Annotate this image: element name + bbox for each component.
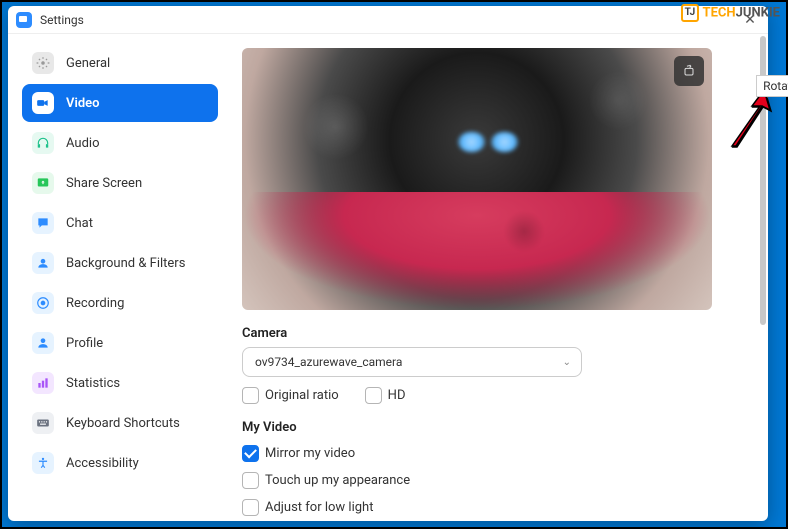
sidebar-item-label: Audio	[66, 136, 99, 151]
rotate-button[interactable]	[674, 56, 704, 86]
sidebar-item-recording[interactable]: Recording	[22, 284, 218, 322]
mirror-label: Mirror my video	[265, 446, 355, 461]
gear-icon	[32, 52, 54, 74]
watermark-badge: TJ	[681, 4, 699, 22]
sidebar-item-label: Statistics	[66, 376, 120, 391]
hd-option[interactable]: HD	[365, 387, 406, 404]
watermark-tech: TECH	[703, 5, 736, 20]
recording-icon	[32, 292, 54, 314]
chat-icon	[32, 212, 54, 234]
settings-window: Settings ✕ General Video Audio Share Scr…	[8, 6, 768, 521]
hd-label: HD	[388, 388, 406, 403]
hd-checkbox[interactable]	[365, 387, 382, 404]
mirror-option[interactable]: Mirror my video	[242, 445, 355, 462]
window-title: Settings	[40, 13, 740, 27]
lowlight-option[interactable]: Adjust for low light	[242, 499, 373, 516]
share-screen-icon	[32, 172, 54, 194]
sidebar-item-label: Background & Filters	[66, 256, 185, 271]
sidebar-item-statistics[interactable]: Statistics	[22, 364, 218, 402]
sidebar: General Video Audio Share Screen Chat Ba…	[8, 34, 228, 521]
sidebar-item-audio[interactable]: Audio	[22, 124, 218, 162]
chevron-down-icon: ⌄	[563, 357, 571, 368]
watermark-junkie: JUNKIE	[736, 5, 780, 20]
sidebar-item-video[interactable]: Video	[22, 84, 218, 122]
titlebar: Settings ✕	[8, 6, 768, 34]
statistics-icon	[32, 372, 54, 394]
zoom-app-icon	[16, 12, 32, 28]
sidebar-item-label: General	[66, 56, 110, 71]
video-icon	[32, 92, 54, 114]
accessibility-icon	[32, 452, 54, 474]
sidebar-item-share-screen[interactable]: Share Screen	[22, 164, 218, 202]
camera-select[interactable]: ov9734_azurewave_camera ⌄	[242, 347, 582, 377]
original-ratio-label: Original ratio	[265, 388, 339, 403]
background-filters-icon	[32, 252, 54, 274]
camera-selected-value: ov9734_azurewave_camera	[255, 355, 402, 369]
sidebar-item-label: Accessibility	[66, 456, 139, 471]
preview-glare	[458, 132, 518, 152]
camera-section-label: Camera	[242, 326, 742, 341]
rotate-tooltip: Rotate 90°	[756, 75, 788, 97]
headphones-icon	[32, 132, 54, 154]
touchup-checkbox[interactable]	[242, 472, 259, 489]
touchup-option[interactable]: Touch up my appearance	[242, 472, 410, 489]
sidebar-item-label: Profile	[66, 336, 103, 351]
mirror-checkbox[interactable]	[242, 445, 259, 462]
camera-options-row: Original ratio HD	[242, 387, 742, 404]
sidebar-item-profile[interactable]: Profile	[22, 324, 218, 362]
rotate-icon	[681, 63, 697, 79]
touchup-label: Touch up my appearance	[265, 473, 410, 488]
touchup-option-row: Touch up my appearance	[242, 472, 742, 489]
video-preview	[242, 48, 712, 310]
original-ratio-option[interactable]: Original ratio	[242, 387, 339, 404]
lowlight-label: Adjust for low light	[265, 500, 373, 515]
window-body: General Video Audio Share Screen Chat Ba…	[8, 34, 768, 521]
sidebar-item-label: Recording	[66, 296, 124, 311]
my-video-section-label: My Video	[242, 420, 742, 435]
keyboard-icon	[32, 412, 54, 434]
profile-icon	[32, 332, 54, 354]
sidebar-item-chat[interactable]: Chat	[22, 204, 218, 242]
annotation-arrow	[722, 88, 772, 152]
sidebar-item-accessibility[interactable]: Accessibility	[22, 444, 218, 482]
lowlight-checkbox[interactable]	[242, 499, 259, 516]
mirror-option-row: Mirror my video	[242, 445, 742, 462]
sidebar-item-label: Video	[66, 96, 100, 111]
sidebar-item-label: Chat	[66, 216, 93, 231]
sidebar-item-general[interactable]: General	[22, 44, 218, 82]
content-panel: Camera ov9734_azurewave_camera ⌄ Origina…	[228, 34, 768, 521]
sidebar-item-keyboard-shortcuts[interactable]: Keyboard Shortcuts	[22, 404, 218, 442]
sidebar-item-label: Keyboard Shortcuts	[66, 416, 180, 431]
sidebar-item-background-filters[interactable]: Background & Filters	[22, 244, 218, 282]
sidebar-item-label: Share Screen	[66, 176, 142, 191]
watermark: TJ TECHJUNKIE	[681, 4, 780, 22]
lowlight-option-row: Adjust for low light	[242, 499, 742, 516]
original-ratio-checkbox[interactable]	[242, 387, 259, 404]
